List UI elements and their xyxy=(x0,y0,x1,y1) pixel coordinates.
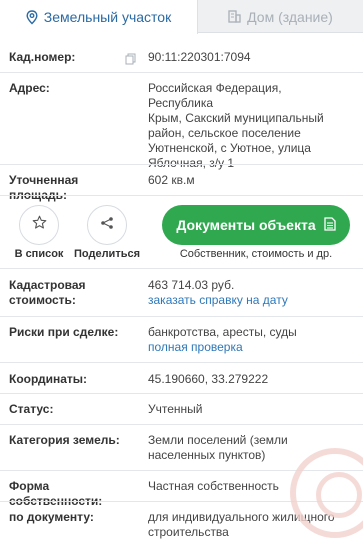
address-label: Адрес: xyxy=(9,81,50,95)
risks-row: Риски при сделке: банкротства, аресты, с… xyxy=(0,325,363,357)
area-row: Уточненная площадь: 602 кв.м xyxy=(0,173,363,202)
order-certificate-link[interactable]: заказать справку на дату xyxy=(148,293,348,308)
divider xyxy=(0,72,363,73)
address-line: Крым, Сакский муниципальный xyxy=(148,111,324,125)
share-button[interactable] xyxy=(87,205,127,245)
document-label: по документу: xyxy=(9,510,94,524)
coords-row: Координаты: 45.190660, 33.279222 xyxy=(0,372,363,388)
area-value: 602 кв.м xyxy=(148,173,195,187)
status-value: Учтенный xyxy=(148,402,203,416)
favorite-label[interactable]: В список xyxy=(4,248,74,260)
risks-label: Риски при сделке: xyxy=(9,325,119,339)
divider xyxy=(0,268,363,269)
divider xyxy=(0,316,363,317)
cadnum-link[interactable]: 90:11:220301:7094 xyxy=(148,50,348,65)
share-icon xyxy=(100,216,114,235)
divider xyxy=(0,164,363,165)
tab-land-label: Земельный участок xyxy=(43,9,172,25)
copy-icon[interactable] xyxy=(125,52,136,70)
coords-label: Координаты: xyxy=(9,372,88,386)
coords-value: 45.190660, 33.279222 xyxy=(148,372,269,386)
address-line: Уютненской, с Уютное, улица xyxy=(148,141,311,155)
address-row: Адрес: Российская Федерация, Республика … xyxy=(0,81,363,170)
full-check-link[interactable]: полная проверка xyxy=(148,340,348,355)
share-label[interactable]: Поделиться xyxy=(72,248,142,260)
documents-subtitle: Собственник, стоимость и др. xyxy=(179,248,333,260)
divider xyxy=(0,393,363,394)
tab-building[interactable]: Дом (здание) xyxy=(198,0,363,33)
ownership-label: Форма собственности: xyxy=(9,479,103,508)
status-label: Статус: xyxy=(9,402,54,416)
address-line: Российская Федерация, Республика xyxy=(148,81,282,110)
divider xyxy=(0,195,363,196)
cadcost-label: Кадастровая стоимость: xyxy=(9,278,139,308)
cadnum-label: Кад.номер: xyxy=(9,50,76,64)
cadnum-row: Кад.номер: 90:11:220301:7094 xyxy=(0,50,363,66)
status-row: Статус: Учтенный xyxy=(0,402,363,418)
category-line: Земли поселений (земли xyxy=(148,433,288,447)
documents-button-label: Документы объекта xyxy=(176,217,316,233)
risks-value: банкротства, аресты, суды полная проверк… xyxy=(148,325,348,355)
address-value: Российская Федерация, Республика Крым, С… xyxy=(148,81,348,171)
risks-text: банкротства, аресты, суды xyxy=(148,325,297,339)
tab-building-label: Дом (здание) xyxy=(247,8,333,25)
star-icon xyxy=(32,215,47,235)
address-line: район, сельское поселение xyxy=(148,126,301,140)
divider xyxy=(0,424,363,425)
cadcost-label-line: стоимость: xyxy=(9,293,76,307)
divider xyxy=(0,362,363,363)
cadcost-row: Кадастровая стоимость: 463 714.03 руб. з… xyxy=(0,278,363,310)
category-label: Категория земель: xyxy=(9,433,120,447)
cadcost-value: 463 714.03 руб. заказать справку на дату xyxy=(148,278,348,308)
location-pin-icon xyxy=(26,9,38,25)
tab-bar: Земельный участок Дом (здание) xyxy=(0,0,363,34)
building-icon xyxy=(228,10,241,23)
cadcost-label-line: Кадастровая xyxy=(9,278,86,292)
tab-land[interactable]: Земельный участок xyxy=(0,0,198,34)
favorite-button[interactable] xyxy=(19,205,59,245)
documents-button[interactable]: Документы объекта xyxy=(162,205,350,245)
document-icon xyxy=(323,216,336,234)
cadcost-amount: 463 714.03 руб. xyxy=(148,278,235,292)
area-label: Уточненная площадь: xyxy=(9,173,79,202)
